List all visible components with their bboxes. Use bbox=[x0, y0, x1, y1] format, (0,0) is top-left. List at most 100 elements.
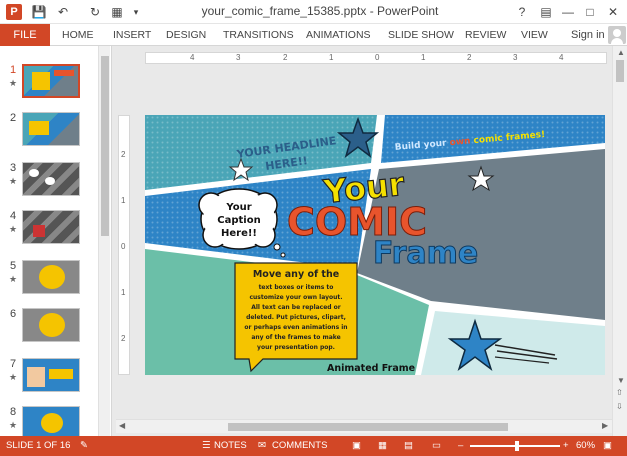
powerpoint-logo-icon: P bbox=[6, 4, 22, 20]
save-icon[interactable]: 💾 bbox=[30, 3, 48, 21]
scrollbar-thumb[interactable] bbox=[616, 60, 624, 82]
animation-star-icon: ★ bbox=[9, 420, 18, 430]
notes-icon[interactable]: ☰ bbox=[202, 436, 211, 456]
normal-view-icon[interactable]: ▣ bbox=[352, 436, 361, 456]
ribbon-display-options-icon[interactable]: ▤ bbox=[536, 3, 556, 21]
ribbon-tabs: FILE HOME INSERT DESIGN TRANSITIONS ANIM… bbox=[0, 24, 627, 46]
description-line: text boxes or items to bbox=[259, 284, 334, 291]
thumbnail-image bbox=[22, 358, 80, 392]
tab-insert[interactable]: INSERT bbox=[113, 24, 151, 46]
ruler-label: 2 bbox=[283, 53, 288, 62]
zoom-out-icon[interactable]: – bbox=[458, 436, 463, 456]
caption-line-3: Here!! bbox=[221, 228, 257, 239]
window-title: your_comic_frame_15385.pptx - PowerPoint bbox=[201, 4, 439, 18]
comments-button[interactable]: COMMENTS bbox=[272, 436, 327, 456]
slide-show-icon[interactable]: ▭ bbox=[432, 436, 441, 456]
thumbnail-number: 4 bbox=[10, 210, 17, 222]
scrollbar-thumb[interactable] bbox=[101, 56, 109, 236]
scroll-up-icon[interactable]: ▲ bbox=[617, 48, 625, 57]
undo-icon[interactable]: ↶ bbox=[54, 3, 72, 21]
current-slide[interactable]: YOUR HEADLINE HERE!! Build your own comi… bbox=[145, 115, 605, 375]
thumbnail-image bbox=[22, 308, 80, 342]
previous-slide-icon[interactable]: ⇧ bbox=[616, 388, 623, 397]
ruler-label: 1 bbox=[329, 53, 334, 62]
fit-slide-icon[interactable]: ▣ bbox=[603, 436, 612, 456]
thumbnail-scrollbar[interactable] bbox=[98, 46, 110, 436]
zoom-level[interactable]: 60% bbox=[576, 436, 595, 456]
next-slide-icon[interactable]: ⇩ bbox=[616, 402, 623, 411]
animation-star-icon: ★ bbox=[9, 176, 18, 186]
ruler-label: 2 bbox=[467, 53, 472, 62]
tab-review[interactable]: REVIEW bbox=[465, 24, 506, 46]
zoom-slider-handle[interactable] bbox=[515, 441, 519, 451]
scroll-right-icon[interactable]: ▶ bbox=[602, 421, 608, 430]
comments-icon[interactable]: ✉ bbox=[258, 436, 266, 456]
tab-design[interactable]: DESIGN bbox=[166, 24, 206, 46]
slide-vertical-scrollbar[interactable]: ▲ ▼ ⇧ ⇩ bbox=[612, 46, 627, 436]
thumbnail-image bbox=[22, 406, 80, 440]
slide-thumbnail-6[interactable]: 6 bbox=[0, 308, 100, 348]
thumbnail-image bbox=[22, 162, 80, 196]
description-line: or perhaps even animations in bbox=[244, 324, 347, 331]
tab-file[interactable]: FILE bbox=[0, 24, 50, 46]
slide-thumbnail-3[interactable]: 3 ★ bbox=[0, 162, 100, 202]
status-bar: SLIDE 1 OF 16 ✎ ☰ NOTES ✉ COMMENTS ▣ ▦ ▤… bbox=[0, 436, 627, 456]
maximize-button[interactable]: □ bbox=[580, 3, 600, 21]
tab-animations[interactable]: ANIMATIONS bbox=[306, 24, 371, 46]
description-line: deleted. Put pictures, clipart, bbox=[246, 314, 346, 321]
tab-home[interactable]: HOME bbox=[62, 24, 94, 46]
sign-in-link[interactable]: Sign in bbox=[571, 24, 605, 46]
spelling-icon[interactable]: ✎ bbox=[80, 436, 88, 456]
slide-sorter-icon[interactable]: ▦ bbox=[378, 436, 387, 456]
slide-thumbnail-4[interactable]: 4 ★ bbox=[0, 210, 100, 250]
ruler-label: 1 bbox=[121, 288, 126, 297]
thumbnail-number: 3 bbox=[10, 162, 17, 174]
scroll-left-icon[interactable]: ◀ bbox=[119, 421, 125, 430]
scrollbar-thumb[interactable] bbox=[228, 423, 508, 431]
animated-frame-label: Animated Frame bbox=[327, 363, 415, 374]
slide-horizontal-scrollbar[interactable]: ◀ ▶ bbox=[116, 419, 612, 433]
customize-toolbar-icon[interactable]: ▾ bbox=[130, 3, 142, 21]
horizontal-ruler: 4 3 2 1 0 1 2 3 4 bbox=[145, 52, 607, 64]
thumbnail-image bbox=[22, 112, 80, 146]
start-from-beginning-icon[interactable]: ▦ bbox=[108, 3, 126, 21]
description-line: customize your own layout. bbox=[249, 294, 342, 301]
slide-thumbnail-7[interactable]: 7 ★ bbox=[0, 358, 100, 398]
minimize-button[interactable]: — bbox=[558, 3, 578, 21]
ruler-label: 3 bbox=[513, 53, 518, 62]
ruler-label: 1 bbox=[121, 196, 126, 205]
animation-star-icon: ★ bbox=[9, 78, 18, 88]
animation-star-icon: ★ bbox=[9, 274, 18, 284]
slide-thumbnail-2[interactable]: 2 bbox=[0, 112, 100, 152]
redo-icon[interactable]: ↻ bbox=[88, 3, 102, 21]
thumbnail-number: 6 bbox=[10, 308, 17, 320]
description-title: Move any of the bbox=[253, 269, 339, 280]
thumbnail-number: 5 bbox=[10, 260, 17, 272]
notes-button[interactable]: NOTES bbox=[214, 436, 247, 456]
avatar[interactable] bbox=[608, 26, 626, 44]
comic-slide-artwork: YOUR HEADLINE HERE!! Build your own comi… bbox=[145, 115, 605, 375]
zoom-in-icon[interactable]: + bbox=[563, 436, 569, 456]
scroll-down-icon[interactable]: ▼ bbox=[617, 376, 625, 385]
vertical-ruler: 2 1 0 1 2 bbox=[118, 115, 130, 375]
ruler-label: 4 bbox=[190, 53, 195, 62]
slide-thumbnail-pane: 1 ★ 2 3 ★ 4 ★ 5 ★ 6 7 ★ 8 ★ bbox=[0, 46, 112, 440]
title-bar: P 💾 ↶ ↻ ▦ ▾ your_comic_frame_15385.pptx … bbox=[0, 0, 627, 24]
tab-slide-show[interactable]: SLIDE SHOW bbox=[388, 24, 454, 46]
tab-view[interactable]: VIEW bbox=[521, 24, 548, 46]
thumbnail-number: 2 bbox=[10, 112, 17, 124]
title-frame: Frame bbox=[373, 236, 478, 271]
caption-line-2: Caption bbox=[217, 215, 260, 226]
description-line: any of the frames to make bbox=[251, 334, 340, 341]
ruler-label: 1 bbox=[421, 53, 426, 62]
reading-view-icon[interactable]: ▤ bbox=[404, 436, 413, 456]
description-line: your presentation pop. bbox=[257, 344, 335, 351]
close-button[interactable]: ✕ bbox=[603, 3, 623, 21]
slide-thumbnail-5[interactable]: 5 ★ bbox=[0, 260, 100, 300]
tab-transitions[interactable]: TRANSITIONS bbox=[223, 24, 294, 46]
thumbnail-number: 7 bbox=[10, 358, 17, 370]
ruler-label: 0 bbox=[121, 242, 126, 251]
help-button[interactable]: ? bbox=[512, 3, 532, 21]
slide-thumbnail-1[interactable]: 1 ★ bbox=[0, 64, 100, 104]
description-line: All text can be replaced or bbox=[251, 304, 341, 311]
